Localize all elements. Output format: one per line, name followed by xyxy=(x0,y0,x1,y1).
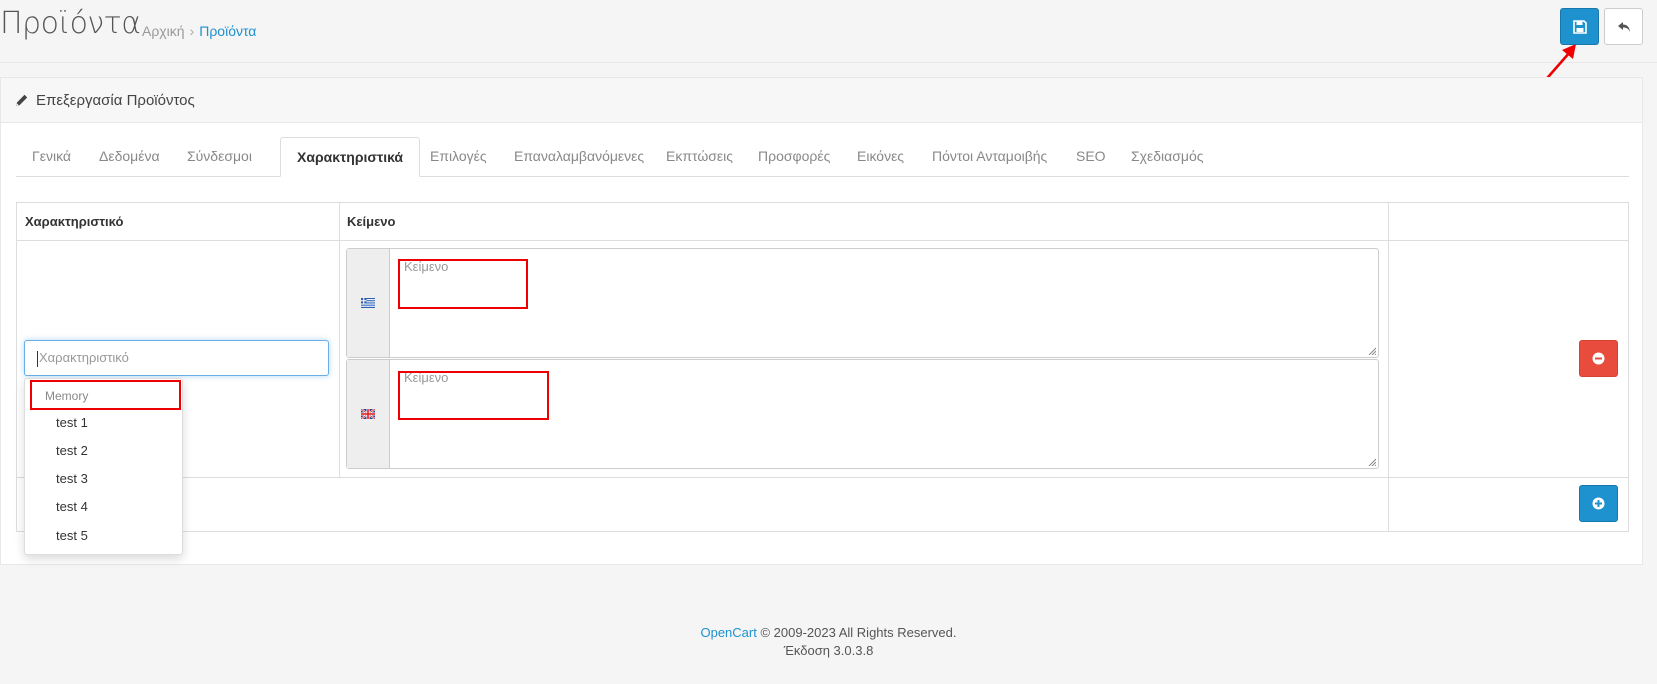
resize-handle-icon[interactable] xyxy=(1368,458,1376,466)
reply-icon xyxy=(1617,21,1630,32)
column-header-attribute: Χαρακτηριστικό xyxy=(25,214,124,229)
attribute-input-placeholder: Χαρακτηριστικό xyxy=(39,350,129,365)
footer-copyright: © 2009-2023 All Rights Reserved. xyxy=(760,625,957,640)
column-divider xyxy=(1388,203,1389,531)
tab-data[interactable]: Δεδομένα xyxy=(83,137,176,176)
resize-handle-icon[interactable] xyxy=(1368,347,1376,355)
save-icon xyxy=(1572,19,1587,34)
tab-general[interactable]: Γενικά xyxy=(16,137,87,176)
footer-copyright-line: OpenCart © 2009-2023 All Rights Reserved… xyxy=(0,624,1657,642)
remove-attribute-button[interactable] xyxy=(1579,340,1618,377)
column-header-text: Κείμενο xyxy=(347,214,396,229)
minus-circle-icon xyxy=(1592,352,1605,365)
dropdown-item[interactable]: test 2 xyxy=(56,443,88,458)
tab-recurring[interactable]: Επαναλαμβανόμενες xyxy=(498,137,660,176)
dropdown-group-header: Memory xyxy=(45,389,89,403)
autocomplete-dropdown: Memory test 1 test 2 test 3 test 4 test … xyxy=(24,378,183,555)
column-header-actions xyxy=(1405,203,1628,240)
tab-specials[interactable]: Προσφορές xyxy=(742,137,846,176)
dropdown-item[interactable]: test 1 xyxy=(56,415,88,430)
tab-links[interactable]: Σύνδεσμοι xyxy=(171,137,268,176)
tab-reward-points[interactable]: Πόντοι Ανταμοιβής xyxy=(916,137,1063,176)
panel-title: Επεξεργασία Προϊόντος xyxy=(36,91,195,109)
tab-seo[interactable]: SEO xyxy=(1060,137,1122,176)
dropdown-item[interactable]: test 4 xyxy=(56,499,88,514)
attribute-input[interactable]: Χαρακτηριστικό xyxy=(24,340,329,376)
breadcrumb: Αρχική › Προϊόντα xyxy=(142,23,256,39)
back-button[interactable] xyxy=(1604,8,1643,45)
pencil-icon xyxy=(15,94,28,107)
textarea-greek[interactable]: Κείμενο xyxy=(404,259,448,274)
footer-brand-link[interactable]: OpenCart xyxy=(700,625,756,640)
page-title: Προϊόντα xyxy=(0,6,141,41)
breadcrumb-products[interactable]: Προϊόντα xyxy=(199,23,256,39)
textarea-group-greek: Κείμενο xyxy=(346,248,1379,358)
tab-bar: Γενικά Δεδομένα Σύνδεσμοι Χαρακτηριστικά… xyxy=(16,137,1629,177)
tab-discounts[interactable]: Εκπτώσεις xyxy=(650,137,749,176)
row-divider xyxy=(17,477,1628,478)
greek-flag-icon xyxy=(347,249,390,357)
tab-design[interactable]: Σχεδιασμός xyxy=(1115,137,1219,176)
tab-images[interactable]: Εικόνες xyxy=(841,137,920,176)
text-cursor xyxy=(37,350,38,367)
dropdown-item[interactable]: test 3 xyxy=(56,471,88,486)
panel-heading: Επεξεργασία Προϊόντος xyxy=(1,78,1642,123)
uk-flag-icon xyxy=(347,360,390,468)
textarea-english[interactable]: Κείμενο xyxy=(404,370,448,385)
tab-options[interactable]: Επιλογές xyxy=(414,137,503,176)
page-header: Προϊόντα Αρχική › Προϊόντα xyxy=(0,0,1657,63)
plus-circle-icon xyxy=(1592,497,1605,510)
save-button[interactable] xyxy=(1560,8,1599,45)
column-divider xyxy=(339,203,340,477)
dropdown-item[interactable]: test 5 xyxy=(56,528,88,543)
add-attribute-button[interactable] xyxy=(1579,485,1618,522)
tab-attributes[interactable]: Χαρακτηριστικά xyxy=(280,137,421,177)
header-divider xyxy=(17,240,1628,241)
textarea-group-english: Κείμενο xyxy=(346,359,1379,469)
breadcrumb-home[interactable]: Αρχική xyxy=(142,23,185,39)
footer-version: Έκδοση 3.0.3.8 xyxy=(783,643,874,658)
breadcrumb-separator: › xyxy=(189,23,195,39)
footer: OpenCart © 2009-2023 All Rights Reserved… xyxy=(0,624,1657,660)
